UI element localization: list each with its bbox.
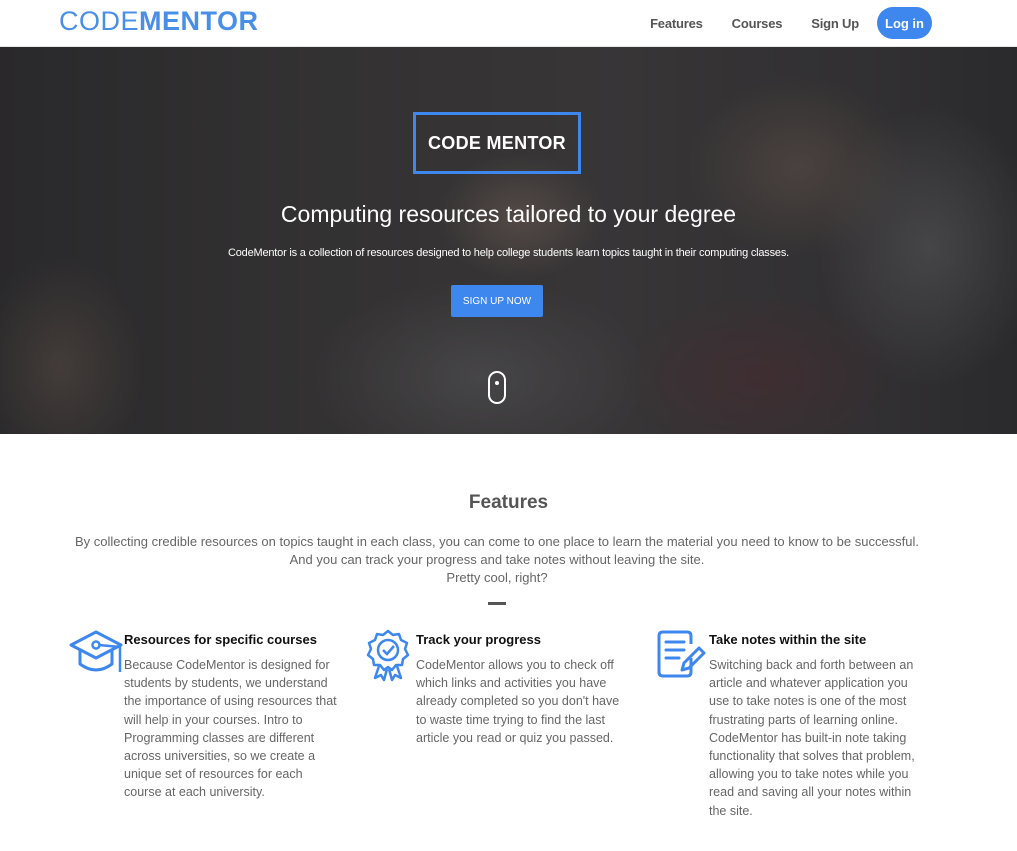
feature-title: Take notes within the site: [709, 632, 867, 647]
hero-title-box: CODE MENTOR: [413, 112, 581, 174]
feature-title: Track your progress: [416, 632, 541, 647]
feature-text: CodeMentor allows you to check off which…: [416, 658, 620, 745]
notes-edit-icon: [655, 628, 707, 685]
features-heading: Features: [468, 492, 549, 513]
navbar: CODEMENTOR Features Courses Sign Up Log …: [0, 0, 1017, 47]
nav-link-signup[interactable]: Sign Up: [811, 16, 859, 31]
login-button[interactable]: Log in: [877, 7, 932, 39]
scroll-mouse-icon[interactable]: [488, 371, 506, 404]
graduation-cap-icon: [68, 628, 124, 683]
nav-link-courses[interactable]: Courses: [732, 16, 783, 31]
brand-logo-part2: MENTOR: [139, 6, 259, 36]
features-description: By collecting credible resources on topi…: [62, 533, 932, 587]
nav-links: Features Courses Sign Up Log in: [650, 7, 932, 39]
hero-subtitle: CodeMentor is a collection of resources …: [228, 247, 789, 259]
section-divider: [488, 602, 506, 605]
nav-link-features[interactable]: Features: [650, 16, 703, 31]
feature-title: Resources for specific courses: [124, 632, 317, 647]
hero-heading: Computing resources tailored to your deg…: [280, 201, 737, 227]
feature-text: Because CodeMentor is designed for stude…: [124, 658, 337, 800]
features-description-tagline: Pretty cool, right?: [446, 570, 548, 585]
signup-now-button[interactable]: SIGN UP NOW: [451, 285, 543, 317]
award-badge-icon: [365, 628, 411, 687]
hero-section: CODE MENTOR Computing resources tailored…: [0, 47, 1017, 434]
brand-logo-part1: CODE: [59, 6, 140, 36]
brand-logo[interactable]: CODEMENTOR: [59, 6, 259, 37]
feature-text: Switching back and forth between an arti…: [709, 658, 915, 818]
features-description-text: By collecting credible resources on topi…: [74, 534, 920, 567]
